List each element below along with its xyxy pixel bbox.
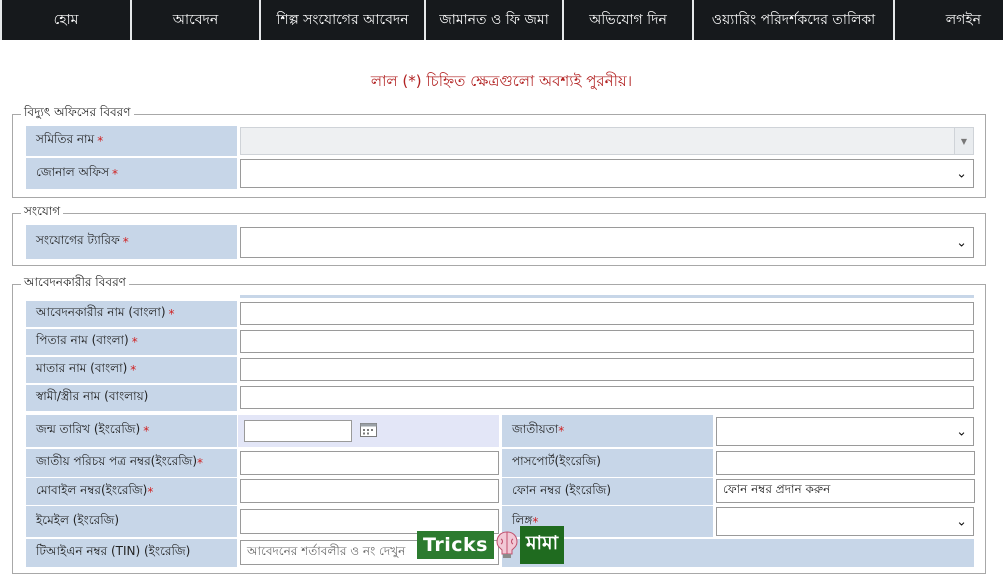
zonal-office-select[interactable]: ⌄ <box>240 159 974 188</box>
tariff-select[interactable]: ⌄ <box>240 227 974 258</box>
nationality-select[interactable]: ⌄ <box>716 417 974 446</box>
zonal-office-label: জোনাল অফিস * <box>26 158 237 189</box>
nav-apply[interactable]: আবেদন <box>132 0 259 40</box>
nid-label: জাতীয় পরিচয় পত্র নম্বর(ইংরেজি) * <box>26 449 237 477</box>
applicant-legend: আবেদনকারীর বিবরণ <box>24 275 126 289</box>
tin-label: টিআইএন নম্বর (TIN) (ইংরেজি) <box>26 539 237 567</box>
gender-select[interactable]: ⌄ <box>716 507 974 536</box>
chevron-down-icon: ⌄ <box>956 166 967 181</box>
passport-label: পাসপোর্ট(ইংরেজি) <box>502 449 713 477</box>
mother-name-input[interactable] <box>240 358 974 381</box>
tricksmama-watermark: Tricks মামা <box>417 523 587 566</box>
passport-input[interactable] <box>716 451 975 475</box>
required-notice: লাল (*) চিহ্নিত ক্ষেত্রগুলো অবশ্যই পুরনী… <box>370 72 633 90</box>
phone-input[interactable]: ফোন নম্বর প্রদান করুন <box>716 479 975 503</box>
father-name-label: পিতার নাম (বাংলা) * <box>26 329 237 355</box>
spouse-name-label: স্বামী/স্ত্রীর নাম (বাংলায়) <box>26 385 237 411</box>
samity-dropdown-arrow-icon[interactable]: ▼ <box>954 128 973 154</box>
divider <box>240 295 974 298</box>
office-details-legend: বিদ্যুৎ অফিসের বিবরণ <box>24 105 131 119</box>
spouse-name-input[interactable] <box>240 386 974 409</box>
nav-home[interactable]: হোম <box>2 0 130 40</box>
email-label: ইমেইল (ইংরেজি) <box>26 506 237 537</box>
calendar-icon[interactable] <box>360 423 377 440</box>
mobile-input[interactable] <box>240 479 499 503</box>
brain-bulb-icon <box>496 530 518 559</box>
phone-label: ফোন নম্বর (ইংরেজি) <box>502 478 713 505</box>
father-name-input[interactable] <box>240 330 974 353</box>
mobile-label: মোবাইল নম্বর(ইংরেজি) * <box>26 478 237 505</box>
mother-name-label: মাতার নাম (বাংলা) * <box>26 357 237 383</box>
nav-deposit-fee[interactable]: জামানত ও ফি জমা <box>426 0 562 40</box>
nid-input[interactable] <box>240 451 499 475</box>
nav-login[interactable]: লগইন <box>895 0 1003 40</box>
chevron-down-icon: ⌄ <box>956 514 967 529</box>
nav-wiring-inspectors[interactable]: ওয়্যারিং পরিদর্শকদের তালিকা <box>694 0 893 40</box>
top-navigation: হোম আবেদন শিল্প সংযোগের আবেদন জামানত ও ফ… <box>0 0 1003 40</box>
samity-name-label: সমিতির নাম * <box>26 126 237 156</box>
samity-name-select[interactable]: ▼ <box>240 127 974 155</box>
dob-label: জন্ম তারিখ (ইংরেজি) * <box>26 415 237 447</box>
nav-industrial-connection[interactable]: শিল্প সংযোগের আবেদন <box>261 0 424 40</box>
applicant-name-input[interactable] <box>240 302 974 325</box>
dob-input[interactable] <box>244 420 352 442</box>
connection-legend: সংযোগ <box>24 204 61 218</box>
nav-complaint[interactable]: অভিযোগ দিন <box>564 0 692 40</box>
chevron-down-icon: ⌄ <box>956 424 967 439</box>
nationality-label: জাতীয়তা * <box>502 415 713 447</box>
chevron-down-icon: ⌄ <box>956 235 967 250</box>
tariff-label: সংযোগের ট্যারিফ * <box>26 225 237 259</box>
applicant-name-label: আবেদনকারীর নাম (বাংলা) * <box>26 301 237 327</box>
